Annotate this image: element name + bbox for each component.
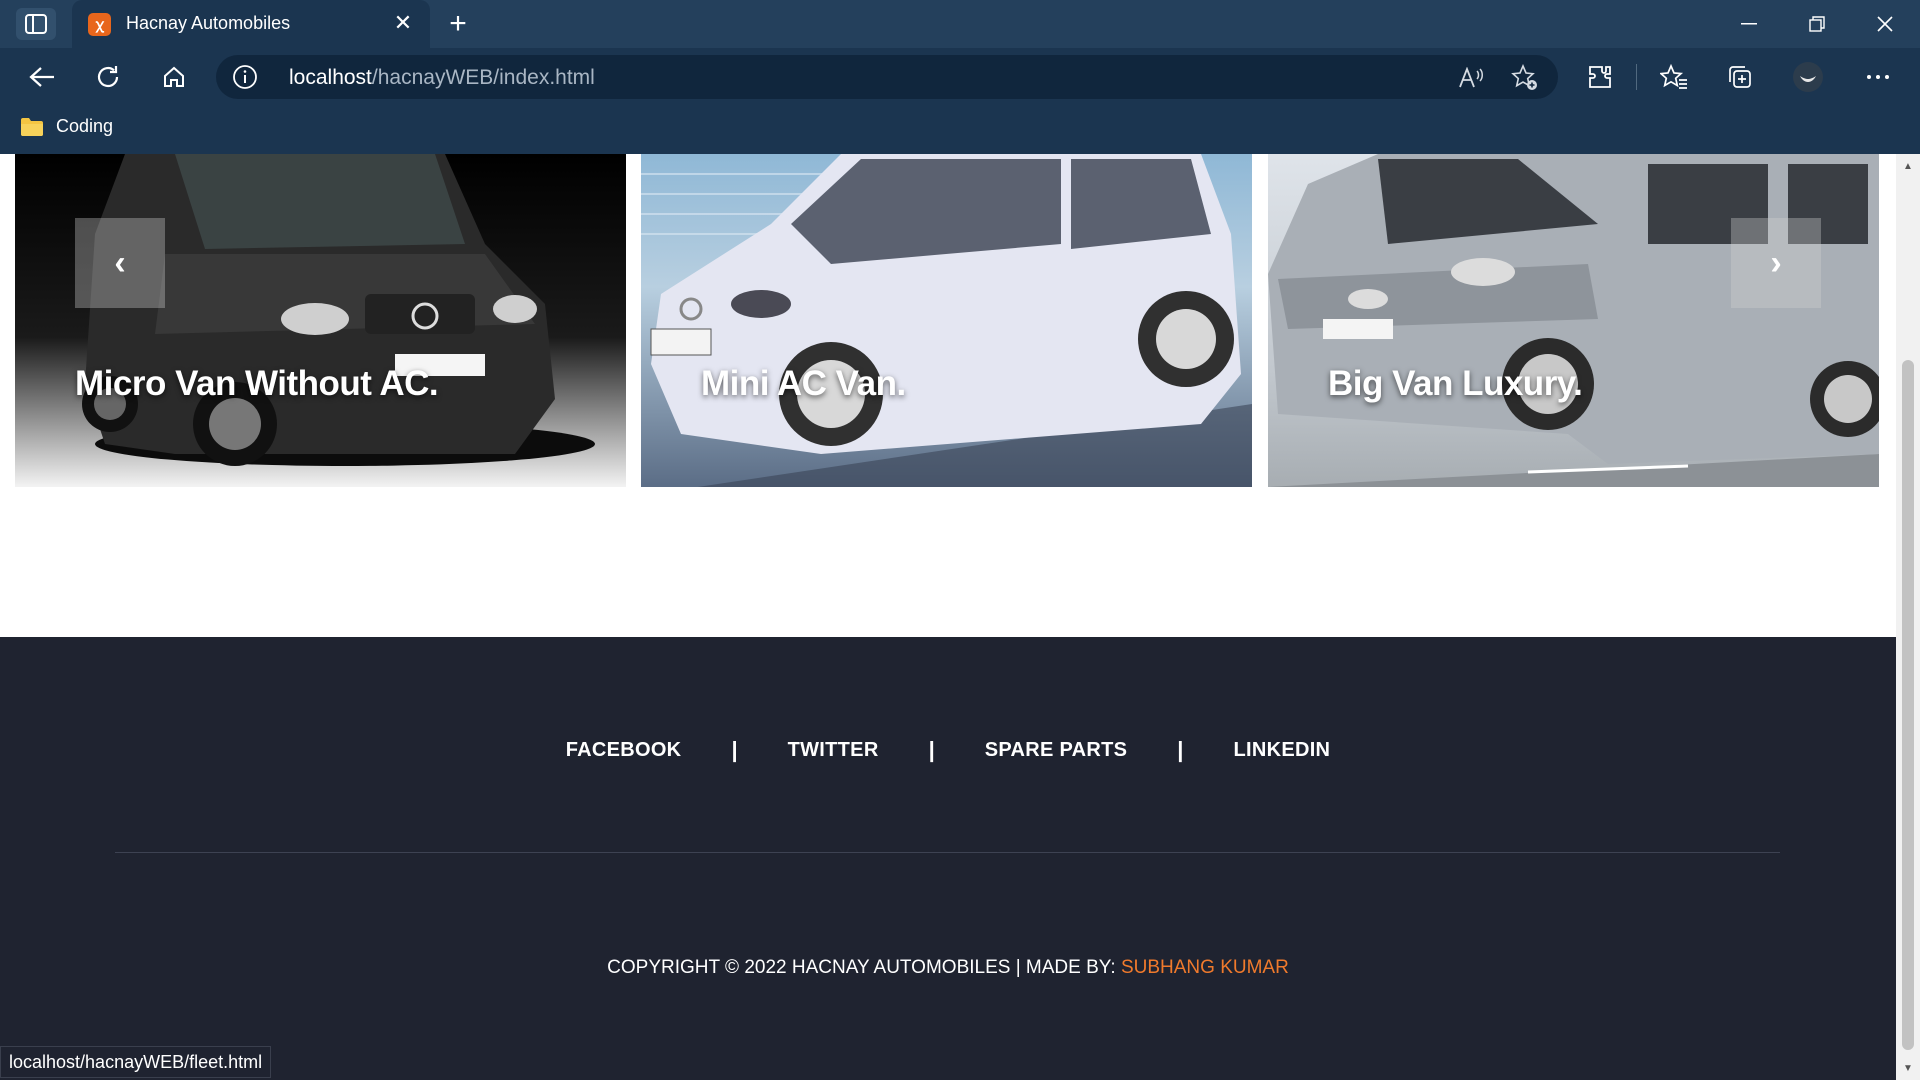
site-info-icon[interactable] (232, 64, 258, 90)
toolbar-divider (1636, 64, 1637, 90)
refresh-icon[interactable] (88, 58, 128, 96)
browser-chrome: ꭓ Hacnay Automobiles ✕ + localhost/hacna… (0, 0, 1920, 154)
footer-link-spare-parts[interactable]: SPARE PARTS (985, 739, 1128, 762)
page-scrollbar[interactable]: ▲ ▼ (1896, 154, 1920, 1080)
bookmark-folder-coding[interactable]: Coding (20, 116, 113, 137)
address-bar[interactable]: localhost/hacnayWEB/index.html (216, 55, 1558, 99)
author-link[interactable]: SUBHANG KUMAR (1121, 957, 1289, 978)
footer-separator: | (928, 737, 935, 762)
footer-separator: | (731, 737, 738, 762)
mini-van-image (641, 154, 1252, 487)
tab-title: Hacnay Automobiles (126, 13, 291, 33)
folder-icon (21, 117, 43, 136)
micro-van-image (82, 154, 595, 466)
restore-icon[interactable] (1782, 0, 1852, 48)
new-tab-icon[interactable]: + (442, 7, 474, 40)
close-window-icon[interactable] (1850, 0, 1920, 48)
carousel-slide[interactable]: Mini AC Van. (641, 154, 1252, 487)
page-viewport: Micro Van Without AC. Mini AC Van. Big V… (0, 154, 1920, 1080)
url-path: /hacnayWEB/index.html (371, 66, 595, 89)
status-url-tooltip: localhost/hacnayWEB/fleet.html (0, 1046, 272, 1078)
carousel-slide[interactable]: Micro Van Without AC. (15, 154, 626, 487)
footer-link-linkedin[interactable]: LINKEDIN (1233, 739, 1330, 762)
close-tab-icon[interactable]: ✕ (390, 10, 416, 36)
read-aloud-icon[interactable] (1456, 63, 1486, 93)
carousel-prev-button[interactable]: ‹ (75, 218, 165, 308)
footer-separator: | (1177, 737, 1184, 762)
scroll-thumb[interactable] (1902, 360, 1914, 1050)
copyright-text: COPYRIGHT © 2022 HACNAY AUTOMOBILES | MA… (607, 957, 1121, 978)
collections-icon[interactable] (1720, 58, 1760, 96)
slide-caption: Micro Van Without AC. (75, 364, 439, 403)
tab-strip: ꭓ Hacnay Automobiles ✕ + (0, 0, 1920, 48)
scroll-down-icon[interactable]: ▼ (1896, 1058, 1920, 1078)
carousel-slide[interactable]: Big Van Luxury. (1268, 154, 1879, 487)
back-icon[interactable] (22, 58, 62, 96)
carousel-next-button[interactable]: › (1731, 218, 1821, 308)
footer-link-facebook[interactable]: FACEBOOK (566, 739, 682, 762)
footer-link-twitter[interactable]: TWITTER (788, 739, 879, 762)
extensions-icon[interactable] (1580, 58, 1620, 96)
more-options-icon[interactable] (1858, 58, 1898, 96)
profile-avatar[interactable] (1788, 58, 1828, 96)
url-text[interactable]: localhost/hacnayWEB/index.html (289, 66, 595, 90)
bookmark-folder-label: Coding (56, 116, 114, 136)
add-favorite-icon[interactable] (1510, 63, 1540, 93)
navigation-toolbar: localhost/hacnayWEB/index.html (0, 48, 1920, 106)
tab-actions-icon[interactable] (16, 8, 56, 40)
social-links: FACEBOOK | TWITTER | SPARE PARTS | LINKE… (0, 737, 1896, 763)
fleet-carousel: Micro Van Without AC. Mini AC Van. Big V… (15, 154, 1881, 487)
slide-caption: Big Van Luxury. (1328, 364, 1583, 403)
slide-caption: Mini AC Van. (701, 364, 906, 403)
minimize-icon[interactable] (1714, 0, 1784, 48)
favorites-icon[interactable] (1654, 58, 1694, 96)
site-footer: FACEBOOK | TWITTER | SPARE PARTS | LINKE… (0, 637, 1896, 1080)
copyright: COPYRIGHT © 2022 HACNAY AUTOMOBILES | MA… (0, 957, 1896, 979)
url-host: localhost (289, 66, 372, 89)
xampp-icon: ꭓ (88, 13, 111, 36)
tab-active[interactable]: ꭓ Hacnay Automobiles ✕ (72, 0, 430, 48)
home-icon[interactable] (154, 58, 194, 96)
big-van-image (1268, 154, 1879, 487)
scroll-up-icon[interactable]: ▲ (1896, 156, 1920, 176)
footer-divider (115, 852, 1780, 853)
bookmarks-bar: Coding (0, 106, 1920, 154)
